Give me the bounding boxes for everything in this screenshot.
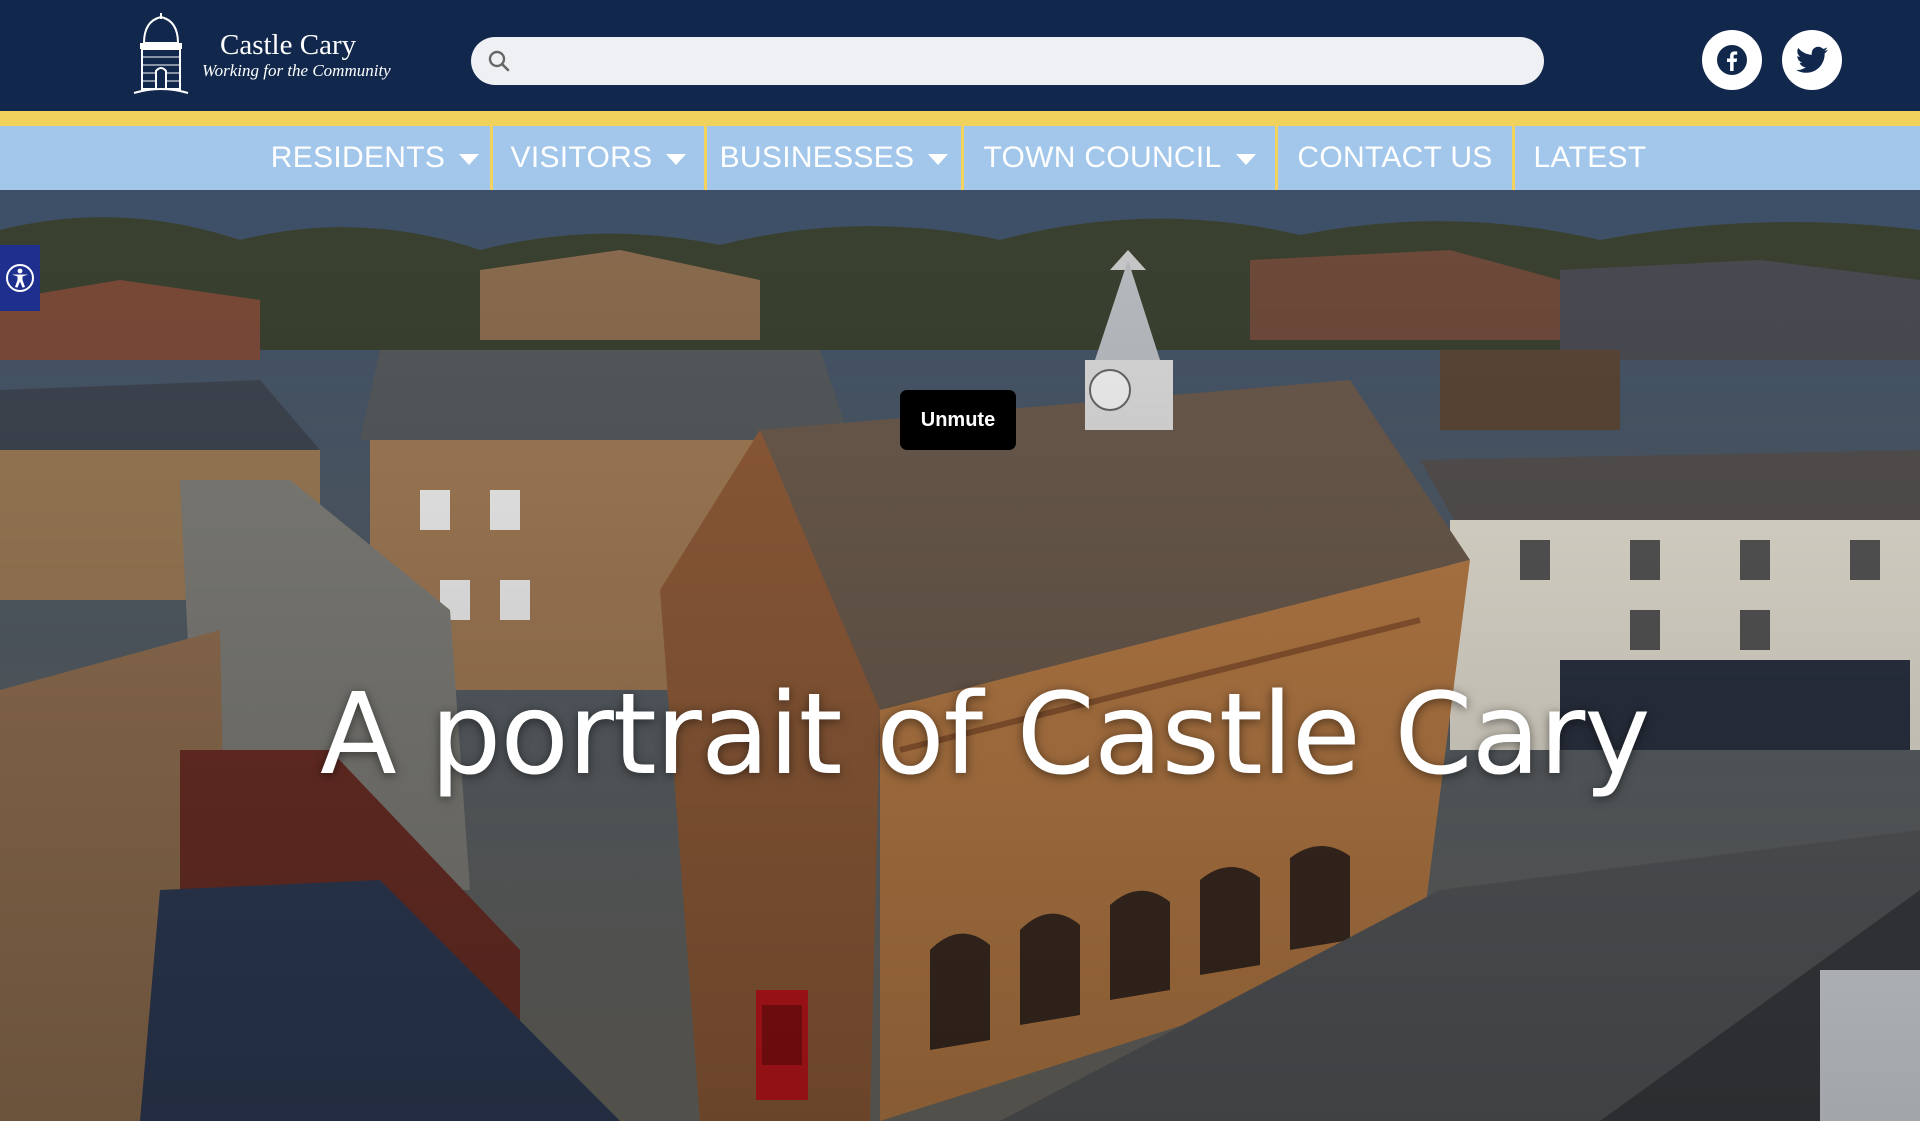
search-input[interactable] <box>523 37 1523 85</box>
chevron-down-icon <box>1235 154 1256 165</box>
facebook-icon <box>1717 45 1747 75</box>
chevron-down-icon <box>928 154 949 165</box>
castle-logo-icon <box>133 13 189 94</box>
nav-item-label: CONTACT US <box>1297 141 1493 174</box>
nav-item-label: LATEST <box>1533 141 1647 174</box>
nav-item-label: RESIDENTS <box>270 141 446 174</box>
nav-item-label: TOWN COUNCIL <box>983 141 1222 174</box>
hero-video-frame <box>0 190 1920 1121</box>
nav-item-contact-us[interactable]: CONTACT US <box>1278 126 1512 190</box>
site-name: Castle Cary <box>220 29 357 61</box>
nav-item-label: VISITORS <box>510 141 653 174</box>
nav-item-visitors[interactable]: VISITORS <box>493 126 704 190</box>
facebook-button[interactable] <box>1702 30 1762 90</box>
site-tagline: Working for the Community <box>202 61 391 80</box>
main-nav: RESIDENTS VISITORS BUSINESSES TOWN COUNC… <box>0 126 1920 190</box>
accent-divider <box>0 111 1920 126</box>
site-logo[interactable]: Castle Cary Working for the Community <box>130 12 395 98</box>
twitter-button[interactable] <box>1782 30 1842 90</box>
nav-item-residents[interactable]: RESIDENTS <box>260 126 490 190</box>
chevron-down-icon <box>459 154 480 165</box>
hero-video[interactable]: A portrait of Castle Cary Unmute <box>0 190 1920 1121</box>
nav-item-town-council[interactable]: TOWN COUNCIL <box>964 126 1275 190</box>
nav-item-businesses[interactable]: BUSINESSES <box>707 126 961 190</box>
accessibility-icon <box>6 264 34 292</box>
site-header: Castle Cary Working for the Community <box>0 0 1920 111</box>
search-bar[interactable] <box>471 37 1544 85</box>
nav-item-latest[interactable]: LATEST <box>1515 126 1665 190</box>
hero-title: A portrait of Castle Cary <box>320 670 1651 800</box>
accessibility-button[interactable] <box>0 245 40 311</box>
twitter-icon <box>1796 46 1828 73</box>
nav-item-label: BUSINESSES <box>719 141 915 174</box>
unmute-button[interactable]: Unmute <box>900 390 1016 450</box>
chevron-down-icon <box>666 154 687 165</box>
search-icon <box>488 50 510 72</box>
